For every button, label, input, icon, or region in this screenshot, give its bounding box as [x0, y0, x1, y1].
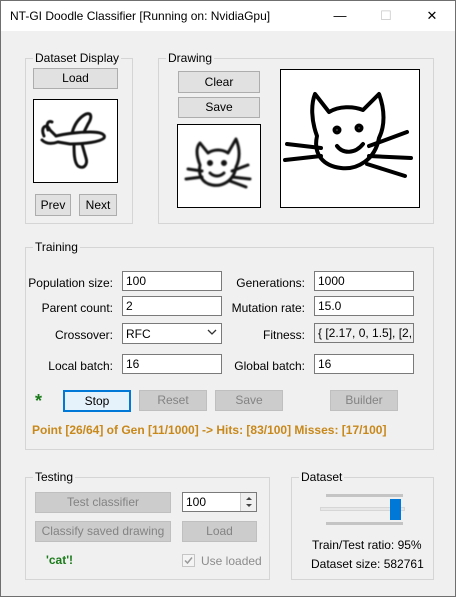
classification-result: 'cat'! — [46, 553, 74, 567]
dataset-load-button[interactable]: Load — [33, 68, 118, 89]
clear-drawing-button[interactable]: Clear — [178, 71, 260, 93]
fitness-field[interactable]: { [2.17, 0, 1.5], [2, 0 — [314, 323, 414, 343]
local-batch-input[interactable]: 16 — [122, 354, 222, 374]
population-size-input[interactable]: 100 — [122, 271, 222, 291]
test-classifier-button: Test classifier — [35, 492, 171, 513]
dataset-display-legend: Dataset Display — [33, 51, 122, 65]
slider-ticks-bottom — [326, 522, 403, 525]
title-bar: NT-GI Doodle Classifier [Running on: Nvi… — [1, 1, 455, 31]
fitness-label: Fitness: — [262, 328, 305, 342]
parent-count-label: Parent count: — [41, 301, 113, 315]
mutation-rate-input[interactable]: 15.0 — [314, 296, 414, 316]
local-batch-label: Local batch: — [48, 359, 113, 373]
save-training-button: Save — [215, 390, 283, 411]
close-icon[interactable]: ✕ — [409, 1, 455, 31]
stepper-arrows-icon[interactable] — [240, 493, 256, 511]
running-indicator: * — [35, 391, 43, 411]
prev-button[interactable]: Prev — [35, 194, 71, 216]
test-count-stepper[interactable]: 100 — [182, 492, 257, 512]
parent-count-input[interactable]: 2 — [122, 296, 222, 316]
next-button[interactable]: Next — [79, 194, 117, 216]
crossover-label: Crossover: — [54, 328, 113, 342]
drawing-canvas[interactable] — [280, 69, 420, 208]
generations-label: Generations: — [236, 276, 305, 290]
crossover-select[interactable]: RFC — [122, 323, 222, 344]
classify-saved-drawing-button: Classify saved drawing — [35, 521, 171, 542]
population-size-label: Population size: — [28, 276, 113, 290]
use-loaded-checkbox[interactable] — [182, 554, 195, 567]
slider-thumb[interactable] — [390, 499, 402, 520]
global-batch-input[interactable]: 16 — [314, 354, 414, 374]
checkmark-icon — [184, 557, 193, 565]
window-title: NT-GI Doodle Classifier [Running on: Nvi… — [10, 9, 271, 23]
stop-button[interactable]: Stop — [63, 390, 131, 412]
drawing-legend: Drawing — [166, 51, 215, 65]
use-loaded-label: Use loaded — [201, 554, 262, 568]
drawing-preview-canvas — [177, 124, 261, 208]
minimize-icon[interactable]: — — [317, 1, 363, 31]
dataset-legend: Dataset — [299, 470, 345, 484]
app-window: NT-GI Doodle Classifier [Running on: Nvi… — [0, 0, 456, 597]
maximize-icon: ☐ — [380, 8, 392, 23]
dataset-size-label: Dataset size: 582761 — [311, 557, 424, 571]
cat-preview-doodle-icon — [184, 137, 252, 189]
dataset-sample-canvas — [33, 99, 118, 183]
testing-load-button: Load — [182, 521, 257, 542]
builder-button: Builder — [330, 390, 398, 411]
train-test-ratio-label: Train/Test ratio: 95% — [312, 538, 422, 552]
test-count-value: 100 — [186, 495, 207, 509]
crossover-value: RFC — [126, 327, 151, 341]
testing-legend: Testing — [33, 470, 76, 484]
training-status: Point [26/64] of Gen [11/1000] -> Hits: … — [32, 423, 387, 437]
save-drawing-button[interactable]: Save — [178, 97, 260, 118]
mutation-rate-label: Mutation rate: — [231, 301, 305, 315]
reset-button: Reset — [139, 390, 207, 411]
generations-input[interactable]: 1000 — [314, 271, 414, 291]
training-legend: Training — [33, 240, 80, 254]
global-batch-label: Global batch: — [234, 359, 305, 373]
slider-ticks-top — [326, 494, 403, 497]
cat-doodle-icon — [283, 92, 413, 178]
airplane-doodle-icon — [40, 112, 106, 169]
